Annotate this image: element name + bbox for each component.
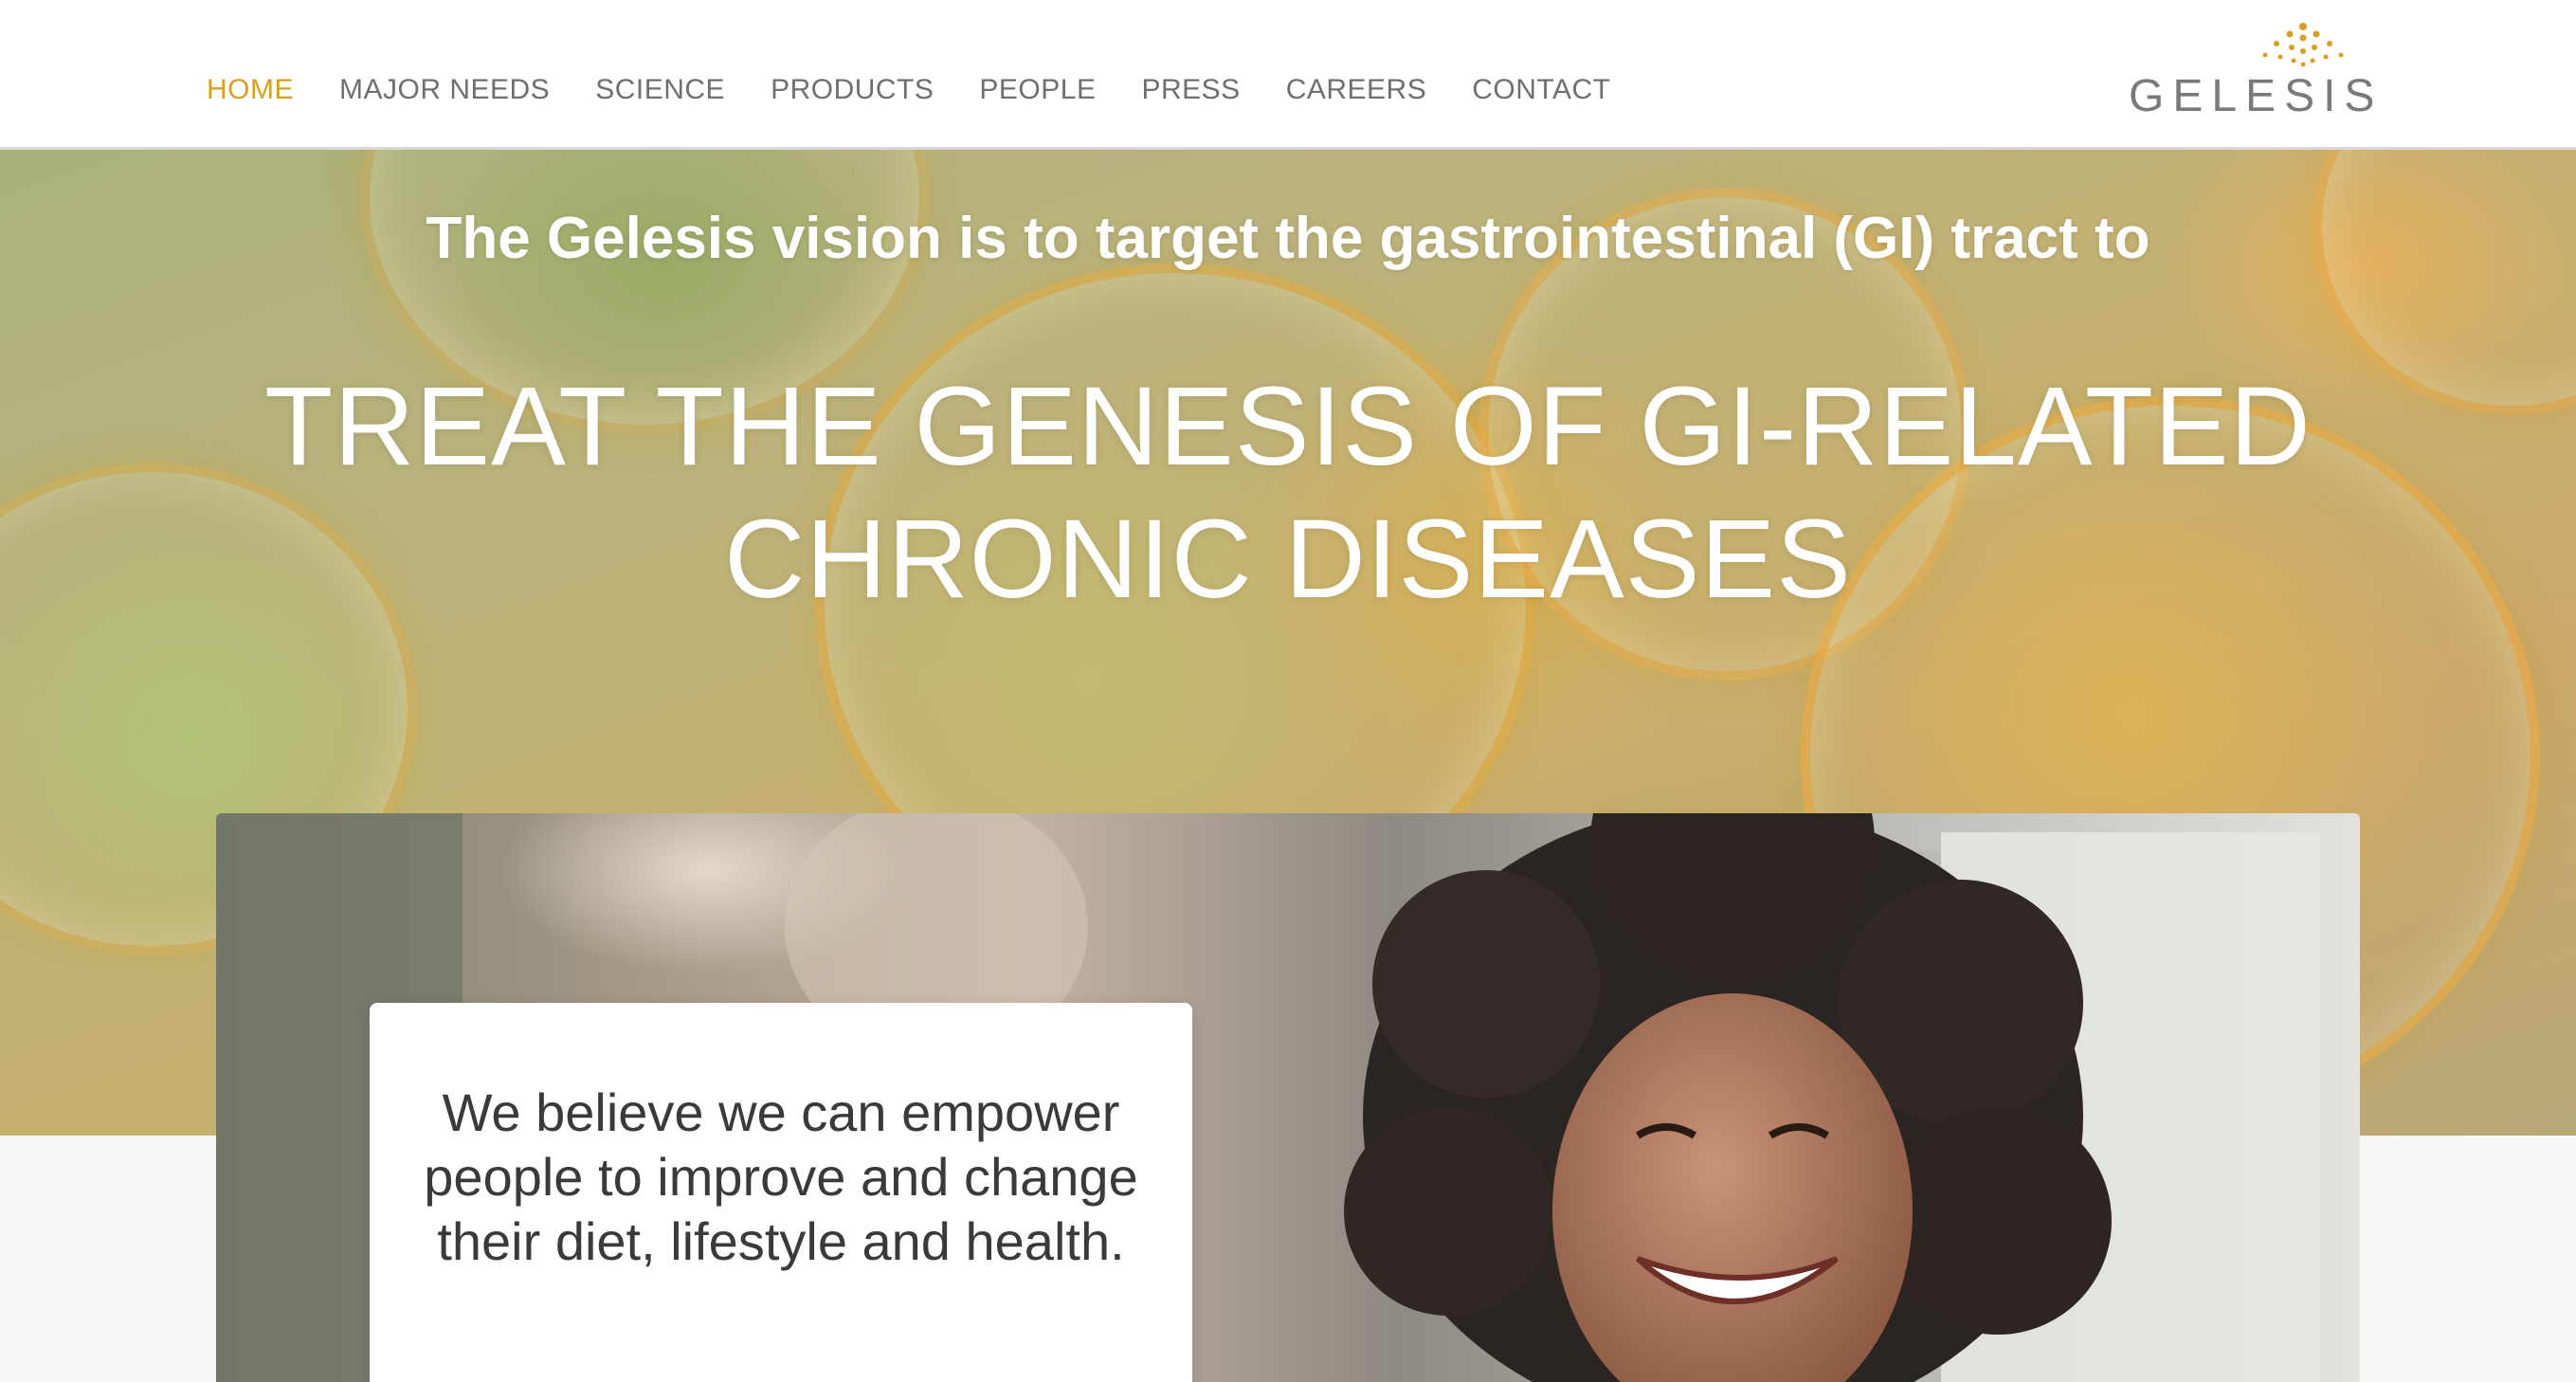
dot-burst-icon: [2262, 23, 2344, 67]
nav-item-contact[interactable]: CONTACT: [1472, 74, 1610, 106]
gelesis-logo[interactable]: GELESIS: [2123, 21, 2374, 125]
nav-item-science[interactable]: SCIENCE: [595, 74, 725, 106]
hero-title-line-2: CHRONIC DISEASES: [724, 497, 1852, 622]
feature-card: We believe we can empower people to impr…: [216, 813, 2360, 1382]
nav-item-people[interactable]: PEOPLE: [979, 74, 1096, 106]
site-header: HOME MAJOR NEEDS SCIENCE PRODUCTS PEOPLE…: [0, 0, 2576, 150]
nav-item-products[interactable]: PRODUCTS: [771, 74, 934, 106]
mission-quote: We believe we can empower people to impr…: [424, 1082, 1138, 1271]
nav-item-home[interactable]: HOME: [207, 74, 294, 106]
nav-item-major-needs[interactable]: MAJOR NEEDS: [339, 74, 550, 106]
hero-title-line-1: TREAT THE GENESIS OF GI-RELATED: [264, 364, 2312, 489]
hero-subtitle: The Gelesis vision is to target the gast…: [426, 206, 2150, 271]
nav-item-press[interactable]: PRESS: [1141, 74, 1240, 106]
nav-item-careers[interactable]: CAREERS: [1286, 74, 1427, 106]
quote-card: We believe we can empower people to impr…: [370, 1003, 1192, 1382]
main-nav: HOME MAJOR NEEDS SCIENCE PRODUCTS PEOPLE…: [207, 74, 1657, 106]
logo-wordmark: GELESIS: [2129, 71, 2384, 121]
hero-title: TREAT THE GENESIS OF GI-RELATED CHRONIC …: [0, 360, 2576, 626]
